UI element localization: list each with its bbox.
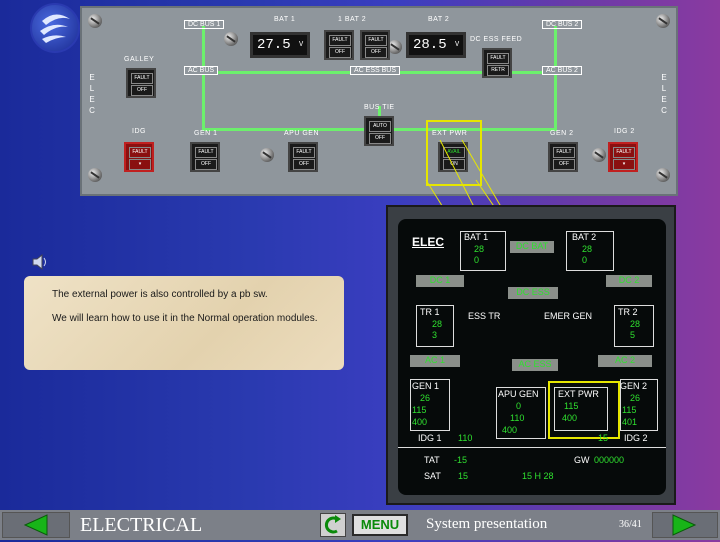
ecam-tr1-a: 3 — [432, 330, 438, 340]
ecam-sat: 15 — [458, 471, 469, 481]
ecam-sat-label: SAT — [424, 471, 441, 481]
ecam-gen2-pct: 26 — [630, 393, 641, 403]
explanation-note: The external power is also controlled by… — [24, 276, 344, 370]
subtitle: System presentation — [426, 516, 548, 532]
note-paragraph-1: The external power is also controlled by… — [52, 289, 268, 300]
ecam-idg1-temp: 110 — [458, 433, 473, 443]
ecam-ac1: AC 1 — [410, 355, 460, 367]
ecam-apu-hz: 400 — [502, 425, 518, 435]
ecam-bat2-label: BAT 2 — [572, 232, 597, 242]
ecam-tr2-v: 28 — [630, 319, 641, 329]
ecam-apu-pct: 0 — [516, 401, 522, 411]
ecam-gw-label: GW — [574, 455, 590, 465]
ecam-idg2-temp: 15 — [598, 433, 609, 443]
ecam-gen2: GEN 2 — [620, 381, 648, 391]
ecam-ext-pwr: EXT PWR — [558, 389, 599, 399]
ecam-screen: ELEC BAT 1 28 0 DC BAT BAT 2 28 0 DC 1 D… — [398, 219, 666, 495]
ecam-ext-v: 115 — [564, 401, 579, 411]
next-button[interactable] — [652, 512, 718, 538]
ecam-gen1-v: 115 — [412, 405, 427, 415]
back-button[interactable] — [2, 512, 70, 538]
ecam-elec-display: ELEC BAT 1 28 0 DC BAT BAT 2 28 0 DC 1 D… — [386, 205, 676, 505]
ecam-bat2-a: 0 — [582, 255, 588, 265]
ecam-gen1-hz: 400 — [412, 417, 428, 427]
ecam-idg1: IDG 1 — [418, 433, 442, 443]
ecam-tr2-a: 5 — [630, 330, 636, 340]
back-arrow-icon — [23, 514, 48, 536]
ecam-dc-ess: DC ESS — [508, 287, 558, 299]
speaker-icon[interactable] — [30, 252, 50, 272]
ecam-ac-ess: AC ESS — [512, 359, 558, 371]
ecam-gen2-hz: 401 — [622, 417, 638, 427]
ecam-tr1-v: 28 — [432, 319, 443, 329]
ecam-tr1: TR 1 — [420, 307, 440, 317]
section-title: ELECTRICAL — [80, 514, 203, 536]
ecam-dc-bat: DC BAT — [510, 241, 554, 253]
note-paragraph-2: We will learn how to use it in the Norma… — [52, 313, 318, 324]
ecam-apu-gen: APU GEN — [498, 389, 539, 399]
ecam-gen1: GEN 1 — [412, 381, 440, 391]
ecam-tat-label: TAT — [424, 455, 440, 465]
ecam-ess-tr: ESS TR — [468, 311, 501, 321]
ecam-gen2-v: 115 — [622, 405, 637, 415]
ecam-ext-hz: 400 — [562, 413, 578, 423]
ecam-tat: -15 — [454, 455, 468, 465]
next-arrow-icon — [672, 514, 697, 536]
ecam-time: 15 H 28 — [522, 471, 554, 481]
ecam-emer-gen: EMER GEN — [544, 311, 593, 321]
ecam-bat1-a: 0 — [474, 255, 480, 265]
ecam-bat1-v: 28 — [474, 244, 485, 254]
page-counter: 36/41 — [619, 519, 642, 530]
ecam-dc2: DC 2 — [606, 275, 652, 287]
ecam-bat1-label: BAT 1 — [464, 232, 489, 242]
return-button[interactable] — [320, 513, 346, 537]
ecam-idg2: IDG 2 — [624, 433, 648, 443]
ecam-dc1: DC 1 — [416, 275, 464, 287]
return-icon — [324, 515, 341, 534]
ecam-gw: 000000 — [594, 455, 625, 465]
ecam-apu-v: 110 — [510, 413, 525, 423]
ecam-tr2: TR 2 — [618, 307, 638, 317]
ecam-ac2: AC 2 — [598, 355, 652, 367]
menu-button[interactable]: MENU — [352, 514, 408, 536]
ecam-title: ELEC — [412, 235, 445, 249]
ecam-gen1-pct: 26 — [420, 393, 431, 403]
ecam-bat2-v: 28 — [582, 244, 593, 254]
navigation-bar: ELECTRICAL MENU System presentation 36/4… — [0, 510, 720, 540]
